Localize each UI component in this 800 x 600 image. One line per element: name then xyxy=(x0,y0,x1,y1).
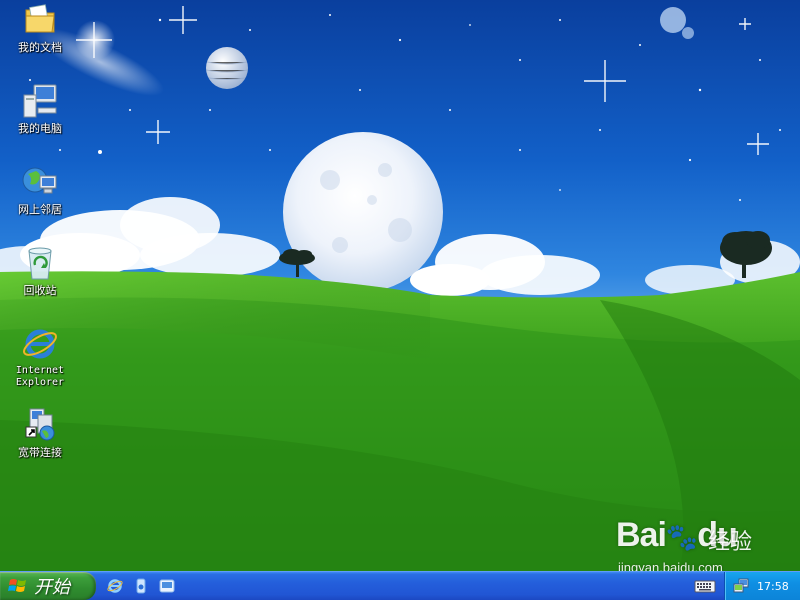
desktop-icon-my-computer[interactable]: 我的电脑 xyxy=(4,81,76,135)
broadband-connection-icon xyxy=(25,408,55,441)
quick-launch-bar xyxy=(104,575,178,597)
desktop-icon-network-places[interactable]: 网上邻居 xyxy=(4,162,76,216)
quick-launch-media-player[interactable] xyxy=(130,575,152,597)
desktop-icon-label: 网上邻居 xyxy=(18,203,62,216)
start-button[interactable]: 开始 xyxy=(0,572,96,600)
watermark-url: jingyan.baidu.com xyxy=(618,560,723,571)
desktop-icon-label: Internet Explorer xyxy=(15,365,65,388)
quick-launch-internet-explorer[interactable] xyxy=(104,575,126,597)
network-places-icon xyxy=(22,167,57,194)
windows-logo-icon xyxy=(8,579,26,592)
desktop-icon-label: 回收站 xyxy=(23,284,57,297)
desktop-icon-my-documents[interactable]: 我的文档 xyxy=(4,0,76,54)
show-desktop-icon xyxy=(159,579,175,593)
desktop-icon-label: 我的电脑 xyxy=(18,122,62,135)
internet-explorer-icon xyxy=(23,329,57,359)
start-label: 开始 xyxy=(34,577,70,598)
desktop-icon-recycle-bin[interactable]: 回收站 xyxy=(4,243,76,297)
desktop-icon-internet-explorer[interactable]: Internet Explorer xyxy=(4,324,76,389)
desktop[interactable]: 我的文档 我的电脑 网上邻居 回收站 Internet Explorer 宽带连… xyxy=(0,0,800,571)
internet-explorer-icon xyxy=(107,579,123,593)
desktop-icon-label: 我的文档 xyxy=(18,41,62,54)
paw-logo-icon: 🐾 xyxy=(665,522,698,552)
taskbar[interactable]: 开始 17:58 xyxy=(0,571,800,600)
my-computer-icon xyxy=(23,84,57,118)
keyboard-icon[interactable] xyxy=(694,578,716,594)
desktop-icon-label: 宽带连接 xyxy=(18,446,62,459)
desktop-icon-broadband-connection[interactable]: 宽带连接 xyxy=(4,405,76,459)
clock[interactable]: 17:58 xyxy=(757,580,789,593)
quick-launch-show-desktop[interactable] xyxy=(156,575,178,597)
system-tray: 17:58 xyxy=(724,572,800,600)
wallpaper-bliss-moon xyxy=(0,6,800,571)
baidu-jingyan-watermark: Bai🐾du 经验 jingyan.baidu.com xyxy=(612,514,762,571)
media-player-icon xyxy=(136,578,146,594)
recycle-bin-icon xyxy=(28,247,52,280)
my-documents-folder-icon xyxy=(25,4,55,33)
watermark-chinese: 经验 xyxy=(708,530,753,555)
network-status-icon[interactable] xyxy=(733,578,749,594)
